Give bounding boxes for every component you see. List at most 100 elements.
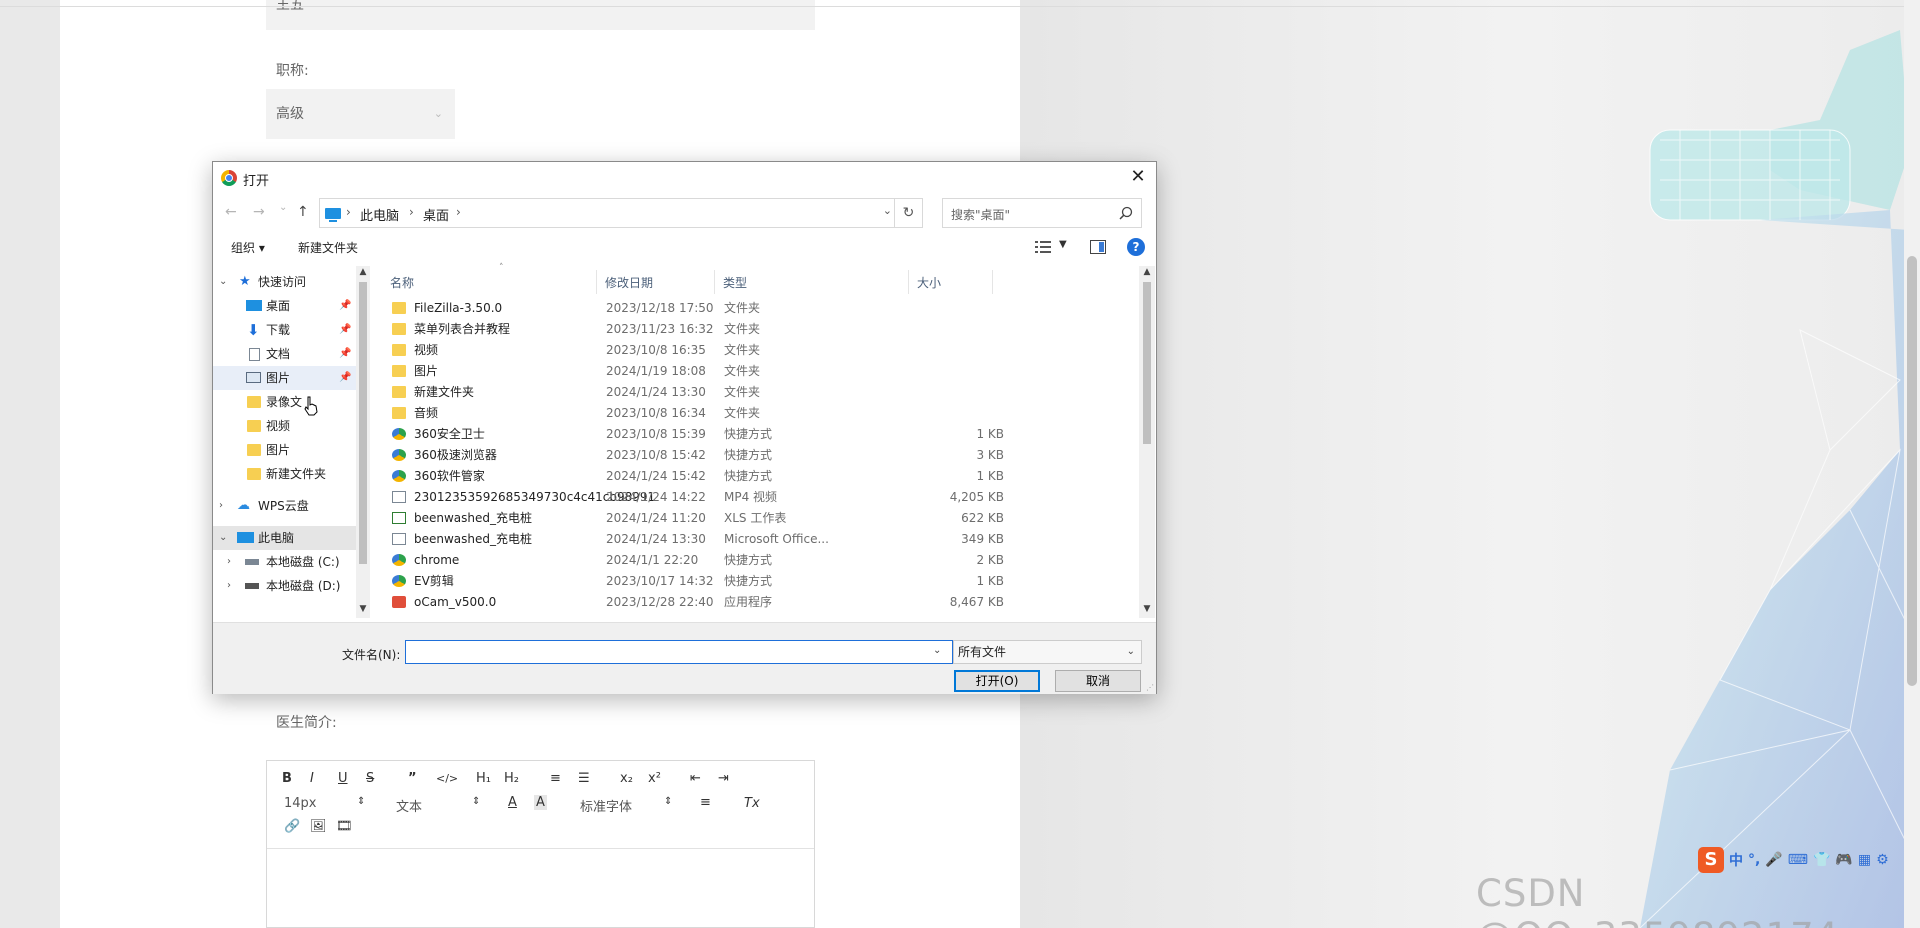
address-bar[interactable]: › 此电脑 › 桌面 › ⌄ ↻ (319, 198, 923, 228)
file-row[interactable]: beenwashed_充电桩 2024/1/24 13:30 Microsoft… (384, 529, 1004, 550)
scroll-up-icon[interactable]: ▲ (356, 267, 370, 277)
breadcrumb-this-pc[interactable]: 此电脑 (360, 205, 399, 224)
file-row[interactable]: 23012353592685349730c4c41cb98991 2024/1/… (384, 487, 1004, 508)
file-row[interactable]: 菜单列表合并教程 2023/11/23 16:32 文件夹 (384, 319, 1004, 340)
skin-icon[interactable]: 👕 (1813, 852, 1830, 868)
tree-drive-d[interactable]: › 本地磁盘 (D:) (213, 574, 356, 598)
file-row[interactable]: 视频 2023/10/8 16:35 文件夹 (384, 340, 1004, 361)
resize-grip-icon[interactable]: ⋰ (1146, 683, 1154, 692)
page-scrollbar-thumb[interactable] (1907, 256, 1917, 686)
image-icon[interactable]: 🖼 (310, 819, 327, 834)
punctuation-icon[interactable]: °, (1748, 852, 1760, 868)
column-name[interactable]: 名称 (390, 274, 414, 291)
filename-input[interactable] (405, 640, 953, 664)
tree-quick-access[interactable]: ⌄ ★ 快速访问 (213, 270, 356, 294)
bullet-list-button[interactable]: ☰ (578, 771, 590, 786)
bold-button[interactable]: B (282, 771, 292, 786)
ime-language[interactable]: 中 (1729, 850, 1743, 870)
clear-format-button[interactable]: Tx (744, 796, 760, 811)
tree-this-pc[interactable]: ⌄ 此电脑 (213, 526, 356, 550)
font-color-button[interactable]: A (508, 795, 517, 810)
tree-videos[interactable]: 视频 (213, 414, 356, 438)
page-scrollbar[interactable] (1904, 0, 1920, 928)
text-type-select[interactable]: 文本 (396, 796, 422, 815)
font-size-select[interactable]: 14px (284, 796, 317, 811)
chevron-down-icon[interactable]: ▼ (1059, 239, 1067, 250)
breadcrumb-desktop[interactable]: 桌面 (423, 205, 449, 224)
quote-button[interactable]: ” (408, 771, 417, 786)
video-icon[interactable]: 🎞 (336, 819, 353, 834)
column-divider[interactable] (908, 270, 909, 294)
tree-pictures-folder[interactable]: 图片 (213, 438, 356, 462)
navigation-scrollbar[interactable]: ▲ ▼ (356, 266, 370, 618)
underline-button[interactable]: U (338, 771, 348, 786)
organize-menu[interactable]: 组织 ▾ (231, 239, 265, 256)
close-button[interactable]: ✕ (1124, 164, 1152, 190)
file-row[interactable]: 音频 2023/10/8 16:34 文件夹 (384, 403, 1004, 424)
cancel-button[interactable]: 取消 (1055, 670, 1141, 692)
scroll-up-icon[interactable]: ▲ (1140, 267, 1154, 277)
heading1-button[interactable]: H₁ (476, 771, 491, 786)
file-row[interactable]: FileZilla-3.50.0 2023/12/18 17:50 文件夹 (384, 298, 1004, 319)
open-button[interactable]: 打开(O) (954, 670, 1040, 692)
indent-button[interactable]: ⇥ (718, 771, 729, 786)
file-row[interactable]: chrome 2024/1/1 22:20 快捷方式 2 KB (384, 550, 1004, 571)
microphone-icon[interactable]: 🎤 (1765, 852, 1782, 868)
new-folder-button[interactable]: 新建文件夹 (298, 239, 358, 256)
view-options-icon[interactable] (1035, 240, 1051, 254)
dialog-titlebar[interactable]: 打开 ✕ (213, 162, 1156, 193)
column-type[interactable]: 类型 (723, 274, 747, 291)
help-icon[interactable]: ? (1127, 238, 1145, 256)
column-size[interactable]: 大小 (917, 274, 941, 291)
tree-recordings[interactable]: 录像文 (213, 390, 356, 414)
file-row[interactable]: EV剪辑 2023/10/17 14:32 快捷方式 1 KB (384, 571, 1004, 592)
file-row[interactable]: 360安全卫士 2023/10/8 15:39 快捷方式 1 KB (384, 424, 1004, 445)
scroll-down-icon[interactable]: ▼ (356, 604, 370, 614)
subscript-button[interactable]: x₂ (620, 771, 633, 786)
forward-button[interactable]: → (253, 204, 265, 220)
title-select[interactable]: 高级 ⌄ (266, 89, 455, 139)
game-icon[interactable]: 🎮 (1835, 852, 1852, 868)
file-row[interactable]: beenwashed_充电桩 2024/1/24 11:20 XLS 工作表 6… (384, 508, 1004, 529)
scroll-down-icon[interactable]: ▼ (1140, 604, 1154, 614)
file-list-scrollbar[interactable]: ▲ ▼ (1139, 266, 1155, 618)
background-color-button[interactable]: A (534, 795, 547, 810)
name-field[interactable]: 王五 (266, 0, 815, 30)
tree-wps-cloud[interactable]: › ☁ WPS云盘 (213, 494, 356, 518)
strikethrough-button[interactable]: S (366, 771, 374, 786)
editor-content[interactable] (267, 849, 814, 928)
outdent-button[interactable]: ⇤ (690, 771, 701, 786)
scrollbar-thumb[interactable] (359, 282, 367, 564)
tree-downloads[interactable]: ⬇ 下载 📌 (213, 318, 356, 342)
toolbox-icon[interactable]: ▦ (1858, 852, 1871, 868)
heading2-button[interactable]: H₂ (504, 771, 519, 786)
align-button[interactable]: ≡ (700, 795, 711, 810)
file-type-select[interactable]: 所有文件 ⌄ (953, 640, 1142, 664)
file-row[interactable]: 360软件管家 2024/1/24 15:42 快捷方式 1 KB (384, 466, 1004, 487)
chevron-down-icon[interactable]: ⌄ (883, 204, 892, 217)
column-divider[interactable] (596, 270, 597, 294)
back-button[interactable]: ← (225, 204, 237, 220)
tree-desktop[interactable]: 桌面 📌 (213, 294, 356, 318)
column-divider[interactable] (714, 270, 715, 294)
superscript-button[interactable]: x² (648, 771, 661, 786)
font-family-select[interactable]: 标准字体 (580, 796, 632, 815)
ordered-list-button[interactable]: ≡ (550, 771, 561, 786)
link-icon[interactable]: 🔗 (284, 819, 300, 834)
tree-documents[interactable]: 文档 📌 (213, 342, 356, 366)
recent-locations-button[interactable]: ⌄ (279, 202, 287, 213)
file-row[interactable]: 图片 2024/1/19 18:08 文件夹 (384, 361, 1004, 382)
up-button[interactable]: ↑ (297, 204, 309, 220)
file-row[interactable]: 新建文件夹 2024/1/24 13:30 文件夹 (384, 382, 1004, 403)
sogou-logo-icon[interactable]: S (1698, 847, 1724, 873)
tree-pictures[interactable]: 图片 📌 (213, 366, 356, 390)
settings-icon[interactable]: ⚙ (1876, 852, 1889, 868)
italic-button[interactable]: I (310, 771, 314, 786)
code-button[interactable]: </> (436, 772, 458, 785)
refresh-button[interactable]: ↻ (894, 199, 922, 227)
file-row[interactable]: 360极速浏览器 2023/10/8 15:42 快捷方式 3 KB (384, 445, 1004, 466)
keyboard-icon[interactable]: ⌨ (1788, 852, 1808, 868)
scrollbar-thumb[interactable] (1143, 282, 1151, 444)
tree-new-folder[interactable]: 新建文件夹 (213, 462, 356, 486)
preview-pane-icon[interactable] (1090, 240, 1106, 254)
